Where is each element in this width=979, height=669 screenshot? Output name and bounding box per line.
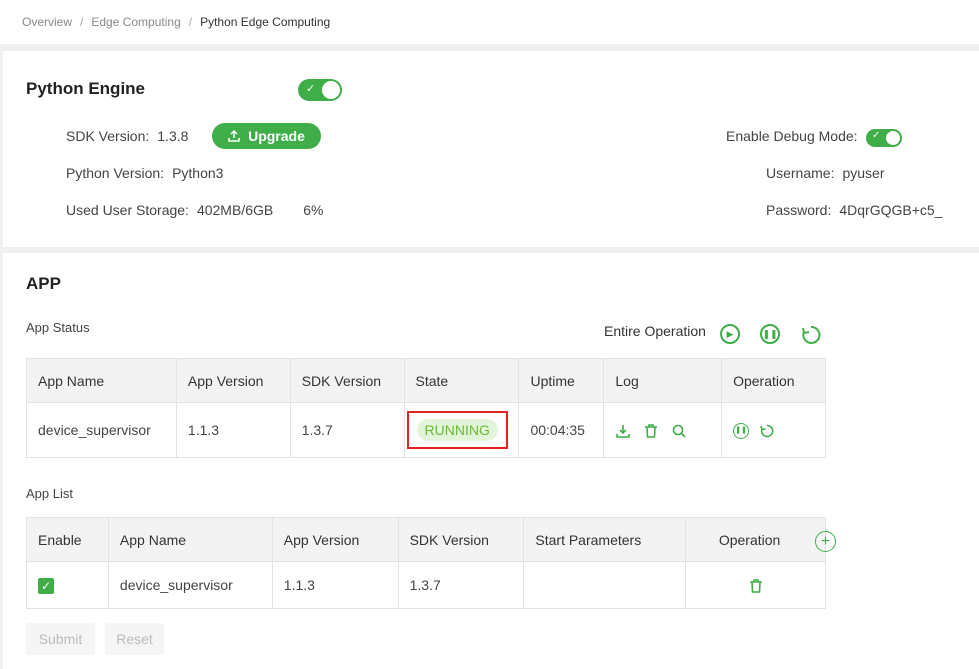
cell-operation xyxy=(685,561,826,609)
cell-app-version: 1.1.3 xyxy=(271,561,399,609)
cell-app-name: device_supervisor xyxy=(107,561,273,609)
pause-circle-icon[interactable]: ❚❚ xyxy=(760,324,780,344)
username-label: Username: xyxy=(766,165,835,181)
toggle-knob xyxy=(322,81,340,99)
app-list-table: Enable App Name App Version SDK Version … xyxy=(26,517,826,609)
breadcrumb-current: Python Edge Computing xyxy=(200,15,331,29)
python-engine-card: Python Engine ✓ SDK Version: 1.3.8 Upgrad… xyxy=(3,51,979,247)
engine-toggle[interactable]: ✓ xyxy=(298,79,342,101)
table-header-row: App Name App Version SDK Version State U… xyxy=(26,358,826,403)
cell-sdk-version: 1.3.7 xyxy=(289,402,405,458)
password-label: Password: xyxy=(766,202,832,218)
debug-mode-label: Enable Debug Mode: xyxy=(726,128,858,144)
upgrade-label: Upgrade xyxy=(248,128,305,144)
python-version-value: Python3 xyxy=(172,165,224,181)
storage-label: Used User Storage: xyxy=(66,202,189,218)
restart-icon[interactable] xyxy=(759,423,775,439)
trash-icon[interactable] xyxy=(643,423,659,439)
col-operation: Operation xyxy=(685,517,826,562)
table-header-row: Enable App Name App Version SDK Version … xyxy=(26,517,826,562)
app-title: APP xyxy=(26,274,61,293)
sdk-version-label: SDK Version: xyxy=(66,128,150,144)
trash-icon[interactable] xyxy=(748,578,764,594)
storage-percent: 6% xyxy=(303,202,324,218)
cell-state: RUNNING xyxy=(403,402,520,458)
upgrade-button[interactable]: Upgrade xyxy=(212,123,321,149)
breadcrumb-overview[interactable]: Overview xyxy=(22,15,72,29)
username-value: pyuser xyxy=(842,165,885,181)
search-icon[interactable] xyxy=(671,423,687,439)
submit-button[interactable]: Submit xyxy=(26,623,95,655)
cell-app-name: device_supervisor xyxy=(26,402,177,458)
breadcrumb-edge-computing[interactable]: Edge Computing xyxy=(91,15,180,29)
app-status-table: App Name App Version SDK Version State U… xyxy=(26,358,826,458)
cell-sdk-version: 1.3.7 xyxy=(397,561,525,609)
password-info: Password: 4DqrGQGB+c5_ xyxy=(766,202,942,218)
add-circle-icon[interactable]: + xyxy=(815,531,836,552)
app-status-label: App Status xyxy=(26,320,90,335)
reset-button[interactable]: Reset xyxy=(105,623,164,655)
cell-log xyxy=(603,402,723,458)
toggle-knob xyxy=(886,131,900,145)
download-icon[interactable] xyxy=(615,423,631,439)
check-icon: ✓ xyxy=(306,83,316,95)
breadcrumb: Overview / Edge Computing / Python Edge … xyxy=(0,0,979,44)
password-value: 4DqrGQGB+c5_ xyxy=(839,202,943,218)
cell-uptime: 00:04:35 xyxy=(518,402,605,458)
storage-value: 402MB/6GB xyxy=(196,202,274,218)
check-icon: ✓ xyxy=(872,130,881,141)
breadcrumb-separator: / xyxy=(80,15,84,29)
engine-title: Python Engine xyxy=(26,79,145,98)
breadcrumb-separator: / xyxy=(188,15,193,29)
app-card: APP App Status Entire Operation ▶ ❚❚ App… xyxy=(3,253,979,669)
restart-icon[interactable] xyxy=(800,324,822,346)
python-version-label: Python Version: xyxy=(66,165,165,181)
cell-operation: ❚❚ xyxy=(721,402,826,458)
enable-checkbox[interactable]: ✓ xyxy=(38,577,54,594)
state-highlight: RUNNING xyxy=(406,411,508,449)
app-list-label: App List xyxy=(26,486,73,501)
status-badge: RUNNING xyxy=(416,419,498,441)
col-app-version: App Version xyxy=(271,517,399,562)
col-app-name: App Name xyxy=(26,358,177,403)
debug-mode-toggle[interactable]: ✓ xyxy=(866,129,902,147)
pause-circle-icon[interactable]: ❚❚ xyxy=(733,422,750,439)
play-circle-icon[interactable]: ▶ xyxy=(720,324,740,344)
username-info: Username: pyuser xyxy=(766,165,885,181)
col-log: Log xyxy=(603,358,723,403)
col-start-parameters: Start Parameters xyxy=(523,517,687,562)
upload-icon xyxy=(228,130,240,142)
entire-operation-label: Entire Operation xyxy=(604,323,706,339)
table-row: device_supervisor 1.1.3 1.3.7 RUNNING 00… xyxy=(26,402,826,458)
cell-app-version: 1.1.3 xyxy=(175,402,291,458)
table-row: ✓ device_supervisor 1.1.3 1.3.7 xyxy=(26,561,826,609)
python-version-info: Python Version: Python3 xyxy=(66,165,223,181)
col-enable: Enable xyxy=(26,517,109,562)
col-app-version: App Version xyxy=(175,358,291,403)
col-sdk-version: SDK Version xyxy=(397,517,525,562)
sdk-version-value: 1.3.8 xyxy=(157,128,189,144)
storage-info: Used User Storage: 402MB/6GB 6% xyxy=(66,202,323,218)
col-app-name: App Name xyxy=(107,517,273,562)
col-uptime: Uptime xyxy=(518,358,605,403)
cell-start-parameters[interactable] xyxy=(523,561,687,609)
sdk-version-info: SDK Version: 1.3.8 xyxy=(66,128,188,144)
col-operation: Operation xyxy=(721,358,826,403)
col-sdk-version: SDK Version xyxy=(289,358,405,403)
cell-enable: ✓ xyxy=(26,561,109,609)
col-state: State xyxy=(403,358,520,403)
